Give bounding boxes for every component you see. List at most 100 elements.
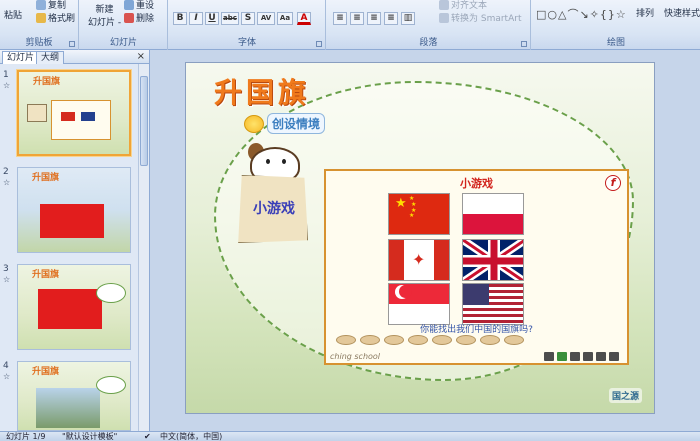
- justify-icon[interactable]: ≡: [384, 12, 398, 25]
- step-back-icon[interactable]: [570, 352, 580, 361]
- align-left-icon[interactable]: ≡: [333, 12, 347, 25]
- thumb-flag-china: [40, 204, 104, 238]
- strikethrough-button[interactable]: abc: [221, 12, 239, 25]
- italic-button[interactable]: I: [189, 12, 203, 25]
- ribbon: 粘贴 复制 格式刷 剪贴板 新建 幻灯片 - 重设 删除 幻灯片 B I U a…: [0, 0, 700, 50]
- slide-number: 3: [3, 264, 9, 274]
- columns-icon[interactable]: ▥: [401, 12, 415, 25]
- change-case-button[interactable]: Aa: [277, 12, 293, 25]
- end-icon[interactable]: [596, 352, 606, 361]
- thumb-bag: [27, 104, 47, 122]
- close-icon[interactable]: ×: [137, 51, 145, 62]
- subtitle-group[interactable]: 创设情境: [244, 113, 326, 134]
- stone-path: [326, 335, 627, 349]
- slide-thumbnail[interactable]: 升国旗: [17, 264, 131, 350]
- clipboard-group-label: 剪贴板: [25, 38, 53, 48]
- status-theme[interactable]: "默认设计模板": [62, 432, 117, 441]
- thumb-flag-canada: [61, 112, 75, 121]
- tab-slides[interactable]: 幻灯片: [2, 51, 40, 64]
- align-center-icon[interactable]: ≡: [350, 12, 364, 25]
- step-forward-icon[interactable]: [583, 352, 593, 361]
- align-text-icon: [439, 0, 449, 10]
- quick-styles-label: 快速样式: [664, 9, 700, 19]
- copy-icon: [36, 0, 46, 10]
- clipboard-launcher-icon[interactable]: [69, 41, 75, 47]
- copy-label: 复制: [48, 1, 67, 11]
- align-text-label: 对齐文本: [451, 1, 488, 11]
- new-slide-label-1: 新建: [95, 5, 114, 15]
- animation-icon: ☆: [3, 275, 11, 284]
- font-group: B I U abc S AV Aa A 字体: [169, 0, 326, 50]
- bold-button[interactable]: B: [173, 12, 187, 25]
- flash-game[interactable]: 小游戏 f ★ ★ ★ ★ ★ ✦ 你能找出我们中国的国旗吗? ching sc…: [324, 169, 629, 365]
- play-icon[interactable]: [557, 352, 567, 361]
- slide-thumbnail[interactable]: 升国旗: [17, 70, 131, 156]
- smartart-label: 转换为 SmartArt: [451, 14, 522, 24]
- playback-controls: [544, 352, 619, 361]
- paste-label: 粘贴: [4, 11, 23, 21]
- align-buttons: ≡ ≡ ≡ ≡ ▥: [333, 12, 415, 25]
- status-language[interactable]: 中文(简体，中国): [160, 432, 222, 441]
- align-text-button[interactable]: 对齐文本: [439, 0, 487, 11]
- flag-united-kingdom[interactable]: [462, 239, 524, 281]
- flag-united-states[interactable]: [462, 283, 524, 325]
- shapes-gallery[interactable]: □○△⌒↘✧{}☆: [536, 6, 627, 22]
- thumb-photo: [36, 388, 100, 428]
- flag-singapore[interactable]: [388, 283, 450, 325]
- paste-button[interactable]: 粘贴: [4, 8, 22, 21]
- rewind-icon[interactable]: [544, 352, 554, 361]
- star-icon: ★: [395, 196, 407, 211]
- arrange-button[interactable]: 排列: [636, 6, 654, 19]
- align-right-icon[interactable]: ≡: [367, 12, 381, 25]
- delete-label: 删除: [136, 14, 155, 24]
- bag-label[interactable]: 小游戏: [244, 198, 304, 218]
- font-color-button[interactable]: A: [297, 12, 311, 25]
- slide-editor: 升国旗 创设情境 小游戏 小游戏 f ★ ★ ★ ★ ★ ✦ 你能找出我们中国的…: [151, 50, 700, 431]
- slide-title[interactable]: 升国旗: [214, 71, 310, 111]
- smartart-icon: [439, 12, 449, 23]
- new-slide-button[interactable]: 新建 幻灯片 -: [88, 2, 121, 28]
- font-launcher-icon[interactable]: [316, 41, 322, 47]
- thumb-speech-bubble: [96, 376, 126, 394]
- thumb-flag-uk: [81, 112, 95, 121]
- thumb-title: 升国旗: [32, 367, 60, 377]
- sun-icon: [244, 114, 264, 133]
- shadow-button[interactable]: S: [241, 12, 255, 25]
- spellcheck-icon[interactable]: ✔: [144, 432, 151, 441]
- dog-eye: [282, 159, 286, 164]
- slide-thumbnail[interactable]: 升国旗: [17, 361, 131, 431]
- flag-poland[interactable]: [462, 193, 524, 235]
- slide-number: 4: [3, 361, 9, 371]
- slide-thumbnail[interactable]: 升国旗: [17, 167, 131, 253]
- paragraph-group: ≡ ≡ ≡ ≡ ▥ 对齐文本 转换为 SmartArt 段落: [327, 0, 531, 50]
- flag-canada[interactable]: ✦: [388, 239, 450, 281]
- game-question: 你能找出我们中国的国旗吗?: [420, 325, 533, 335]
- stars-canton: [463, 284, 489, 305]
- slide-canvas[interactable]: 升国旗 创设情境 小游戏 小游戏 f ★ ★ ★ ★ ★ ✦ 你能找出我们中国的…: [185, 62, 655, 414]
- uk-flag-graphic: [463, 240, 523, 280]
- pane-scrollbar-thumb[interactable]: [140, 76, 148, 166]
- convert-smartart-button[interactable]: 转换为 SmartArt: [439, 11, 521, 24]
- slides-group: 新建 幻灯片 - 重设 删除 幻灯片: [80, 0, 168, 50]
- delete-button[interactable]: 删除: [124, 11, 154, 24]
- thumb-title: 升国旗: [33, 77, 61, 87]
- char-spacing-button[interactable]: AV: [257, 12, 275, 25]
- reset-label: 重设: [136, 1, 155, 11]
- stone: [504, 335, 524, 345]
- copy-button[interactable]: 复制: [36, 0, 66, 11]
- stone: [336, 335, 356, 345]
- format-painter-button[interactable]: 格式刷: [36, 11, 75, 24]
- slides-group-label: 幻灯片: [109, 38, 137, 48]
- quick-styles-button[interactable]: 快速样式: [664, 6, 700, 19]
- reset-button[interactable]: 重设: [124, 0, 154, 11]
- font-group-label: 字体: [237, 38, 256, 48]
- reset-icon: [124, 0, 134, 10]
- pane-scrollbar[interactable]: [138, 64, 149, 431]
- animation-icon: ☆: [3, 81, 11, 90]
- tab-outline[interactable]: 大纲: [36, 51, 65, 64]
- flag-china[interactable]: ★ ★ ★ ★ ★: [388, 193, 450, 235]
- paragraph-launcher-icon[interactable]: [521, 41, 527, 47]
- dog-eye: [266, 159, 270, 164]
- stop-icon[interactable]: [609, 352, 619, 361]
- underline-button[interactable]: U: [205, 12, 219, 25]
